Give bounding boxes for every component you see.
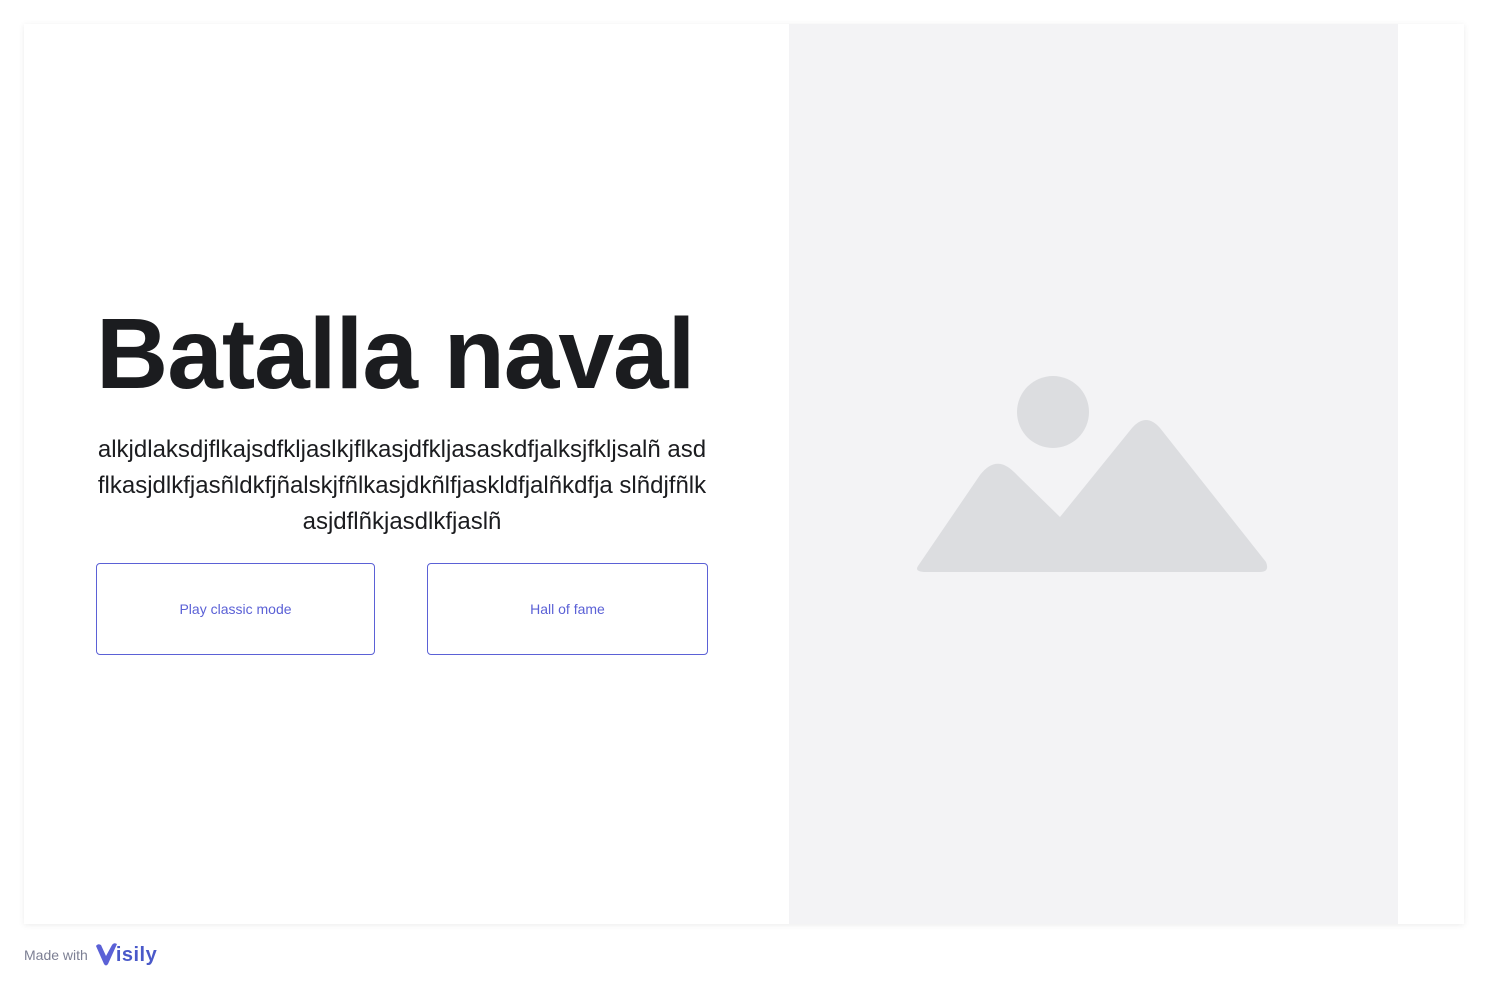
made-with-text: Made with — [24, 947, 88, 963]
hero-image-placeholder — [789, 24, 1398, 924]
page-title: Batalla naval — [96, 298, 695, 410]
made-with-footer[interactable]: Made with isily — [24, 938, 157, 972]
visily-logo-icon — [95, 943, 117, 966]
hall-of-fame-label: Hall of fame — [530, 601, 605, 617]
hero-description: alkjdlaksdjflkajsdfkljaslkjflkasjdfkljas… — [97, 436, 707, 535]
visily-brand[interactable]: isily — [94, 942, 157, 968]
play-classic-mode-label: Play classic mode — [179, 601, 292, 617]
hall-of-fame-button[interactable]: Hall of fame — [427, 563, 708, 655]
hero-section: Batalla naval alkjdlaksdjflkajsdfkljaslk… — [24, 24, 789, 924]
image-placeholder-icon — [917, 376, 1268, 572]
page-frame: Batalla naval alkjdlaksdjflkajsdfkljaslk… — [24, 24, 1464, 924]
play-classic-mode-button[interactable]: Play classic mode — [96, 563, 375, 655]
visily-brand-text: isily — [115, 943, 158, 966]
